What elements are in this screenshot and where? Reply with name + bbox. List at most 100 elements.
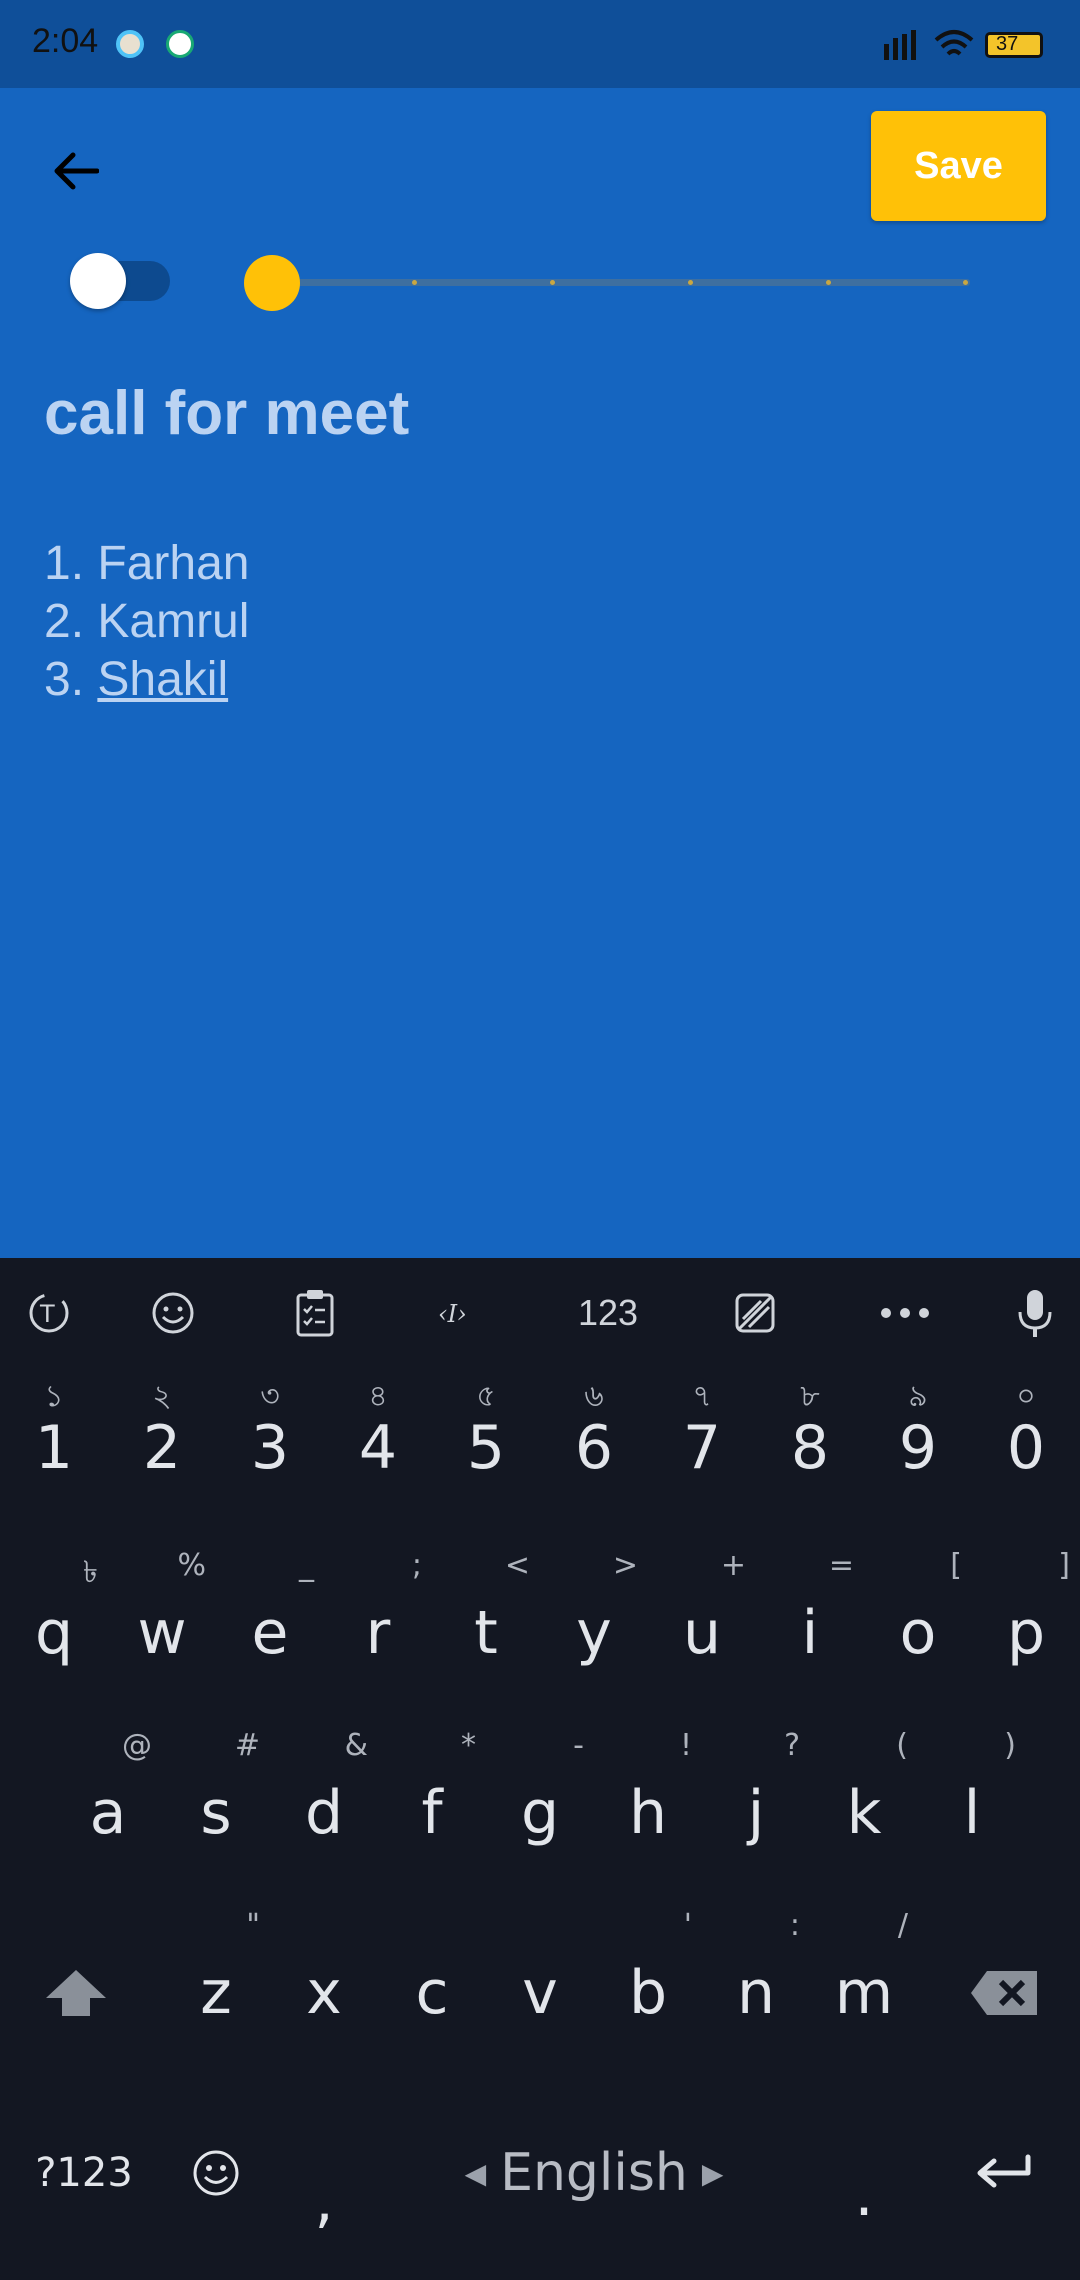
- key-alt: _: [299, 1548, 314, 1583]
- key-label: f: [421, 1778, 443, 1848]
- key-alt: ৳: [83, 1555, 98, 1590]
- key-0[interactable]: ০0: [972, 1368, 1080, 1528]
- key-label: 0: [1006, 1413, 1046, 1483]
- text-cursor-icon[interactable]: ‹I›: [424, 1258, 494, 1368]
- key-alt: ?: [784, 1728, 800, 1763]
- key-label: 8: [790, 1413, 830, 1483]
- key-alt: -: [573, 1728, 584, 1763]
- back-button[interactable]: [40, 136, 110, 206]
- key-8[interactable]: ৮8: [756, 1368, 864, 1528]
- emoji-key[interactable]: [162, 2088, 270, 2258]
- key-9[interactable]: ৯9: [864, 1368, 972, 1528]
- key-u[interactable]: + u: [648, 1548, 756, 1718]
- note-title[interactable]: call for meet: [44, 378, 409, 449]
- key-o[interactable]: [o: [864, 1548, 972, 1718]
- key-label: l: [963, 1778, 981, 1848]
- translate-icon[interactable]: T: [14, 1258, 84, 1368]
- key-z[interactable]: " z: [162, 1908, 270, 2078]
- key-label: v: [522, 1958, 558, 2028]
- save-button[interactable]: Save: [871, 111, 1046, 221]
- key-6[interactable]: ৬6: [540, 1368, 648, 1528]
- key-alt: ]: [1058, 1548, 1070, 1583]
- backspace-key[interactable]: [942, 1908, 1066, 2078]
- key-q[interactable]: ৳ q: [0, 1548, 108, 1718]
- key-label: z: [200, 1958, 232, 2028]
- key-alt: &: [344, 1728, 368, 1763]
- back-arrow-icon: [54, 152, 99, 190]
- key-alt: !: [679, 1728, 692, 1763]
- key-a[interactable]: @ a: [54, 1728, 162, 1898]
- note-line-prefix: 3.: [44, 653, 98, 706]
- slider-thumb[interactable]: [244, 255, 300, 311]
- backspace-icon: [971, 1971, 1037, 2015]
- key-alt: ৯: [908, 1379, 928, 1414]
- period-key[interactable]: .: [810, 2088, 918, 2258]
- key-alt: *: [461, 1728, 476, 1763]
- key-p[interactable]: ] p: [972, 1548, 1080, 1718]
- language-next-icon[interactable]: ▶: [702, 2157, 724, 2190]
- key-j[interactable]: ? j: [702, 1728, 810, 1898]
- key-2[interactable]: ২2: [108, 1368, 216, 1528]
- key-i[interactable]: = i: [756, 1548, 864, 1718]
- key-l[interactable]: ) l: [918, 1728, 1026, 1898]
- key-alt: =: [828, 1548, 854, 1583]
- slider-tick: [826, 280, 831, 285]
- color-toggle-switch[interactable]: [70, 253, 170, 309]
- symbols-key[interactable]: ?123: [14, 2088, 154, 2258]
- more-options-icon[interactable]: [870, 1258, 940, 1368]
- key-label: i: [801, 1598, 819, 1668]
- key-b[interactable]: ' b: [594, 1908, 702, 2078]
- svg-text:‹I›: ‹I›: [438, 1300, 467, 1328]
- key-alt: ৭: [692, 1379, 712, 1414]
- battery-icon: 37: [985, 32, 1043, 58]
- key-d[interactable]: & d: [270, 1728, 378, 1898]
- space-bar[interactable]: ◀ English ▶: [378, 2088, 810, 2258]
- clipboard-icon[interactable]: [280, 1258, 350, 1368]
- key-alt: ৪: [368, 1379, 388, 1414]
- key-t[interactable]: < t: [432, 1548, 540, 1718]
- key-c[interactable]: c: [378, 1908, 486, 2078]
- soft-keyboard: T ‹I› 123 ১1 ২2 ৩3 ৪4 ৫5 ৬6 ৭7 ৮8 ৯9 ০0 …: [0, 1258, 1080, 2280]
- key-label: w: [137, 1598, 187, 1668]
- key-h[interactable]: ! h: [594, 1728, 702, 1898]
- key-r[interactable]: ; r: [324, 1548, 432, 1718]
- shift-key[interactable]: [14, 1908, 138, 2078]
- language-prev-icon: ◀: [464, 2156, 487, 2190]
- note-body[interactable]: 1. Farhan 2. Kamrul 3. Shakil: [44, 535, 249, 709]
- key-label: h: [628, 1778, 668, 1848]
- key-s[interactable]: # s: [162, 1728, 270, 1898]
- key-w[interactable]: % w: [108, 1548, 216, 1718]
- emoji-icon[interactable]: [138, 1258, 208, 1368]
- level-slider[interactable]: [244, 252, 970, 312]
- key-label: 9: [898, 1413, 938, 1483]
- key-label: 5: [466, 1413, 506, 1483]
- slider-tick: [963, 280, 968, 285]
- key-m[interactable]: / m: [810, 1908, 918, 2078]
- key-label: u: [682, 1598, 722, 1668]
- key-x[interactable]: x: [270, 1908, 378, 2078]
- microphone-icon[interactable]: [1000, 1258, 1070, 1368]
- key-3[interactable]: ৩3: [216, 1368, 324, 1528]
- key-label: n: [736, 1958, 776, 2028]
- key-label: j: [747, 1778, 765, 1848]
- key-v[interactable]: v: [486, 1908, 594, 2078]
- key-7[interactable]: ৭7: [648, 1368, 756, 1528]
- key-1[interactable]: ১1: [0, 1368, 108, 1528]
- key-f[interactable]: * f: [378, 1728, 486, 1898]
- slider-tick: [550, 280, 555, 285]
- key-label: t: [474, 1598, 498, 1668]
- key-5[interactable]: ৫5: [432, 1368, 540, 1528]
- key-y[interactable]: > y: [540, 1548, 648, 1718]
- key-g[interactable]: -g: [486, 1728, 594, 1898]
- wifi-icon: [934, 30, 974, 56]
- key-k[interactable]: (k: [810, 1728, 918, 1898]
- enter-key[interactable]: [942, 2088, 1066, 2258]
- handwriting-off-icon[interactable]: [720, 1258, 790, 1368]
- key-e[interactable]: _ e: [216, 1548, 324, 1718]
- key-n[interactable]: :n: [702, 1908, 810, 2078]
- slider-track: [264, 279, 970, 286]
- comma-key[interactable]: ,: [270, 2088, 378, 2258]
- key-label: q: [34, 1598, 74, 1668]
- key-4[interactable]: ৪4: [324, 1368, 432, 1528]
- numbers-button[interactable]: 123: [568, 1258, 648, 1368]
